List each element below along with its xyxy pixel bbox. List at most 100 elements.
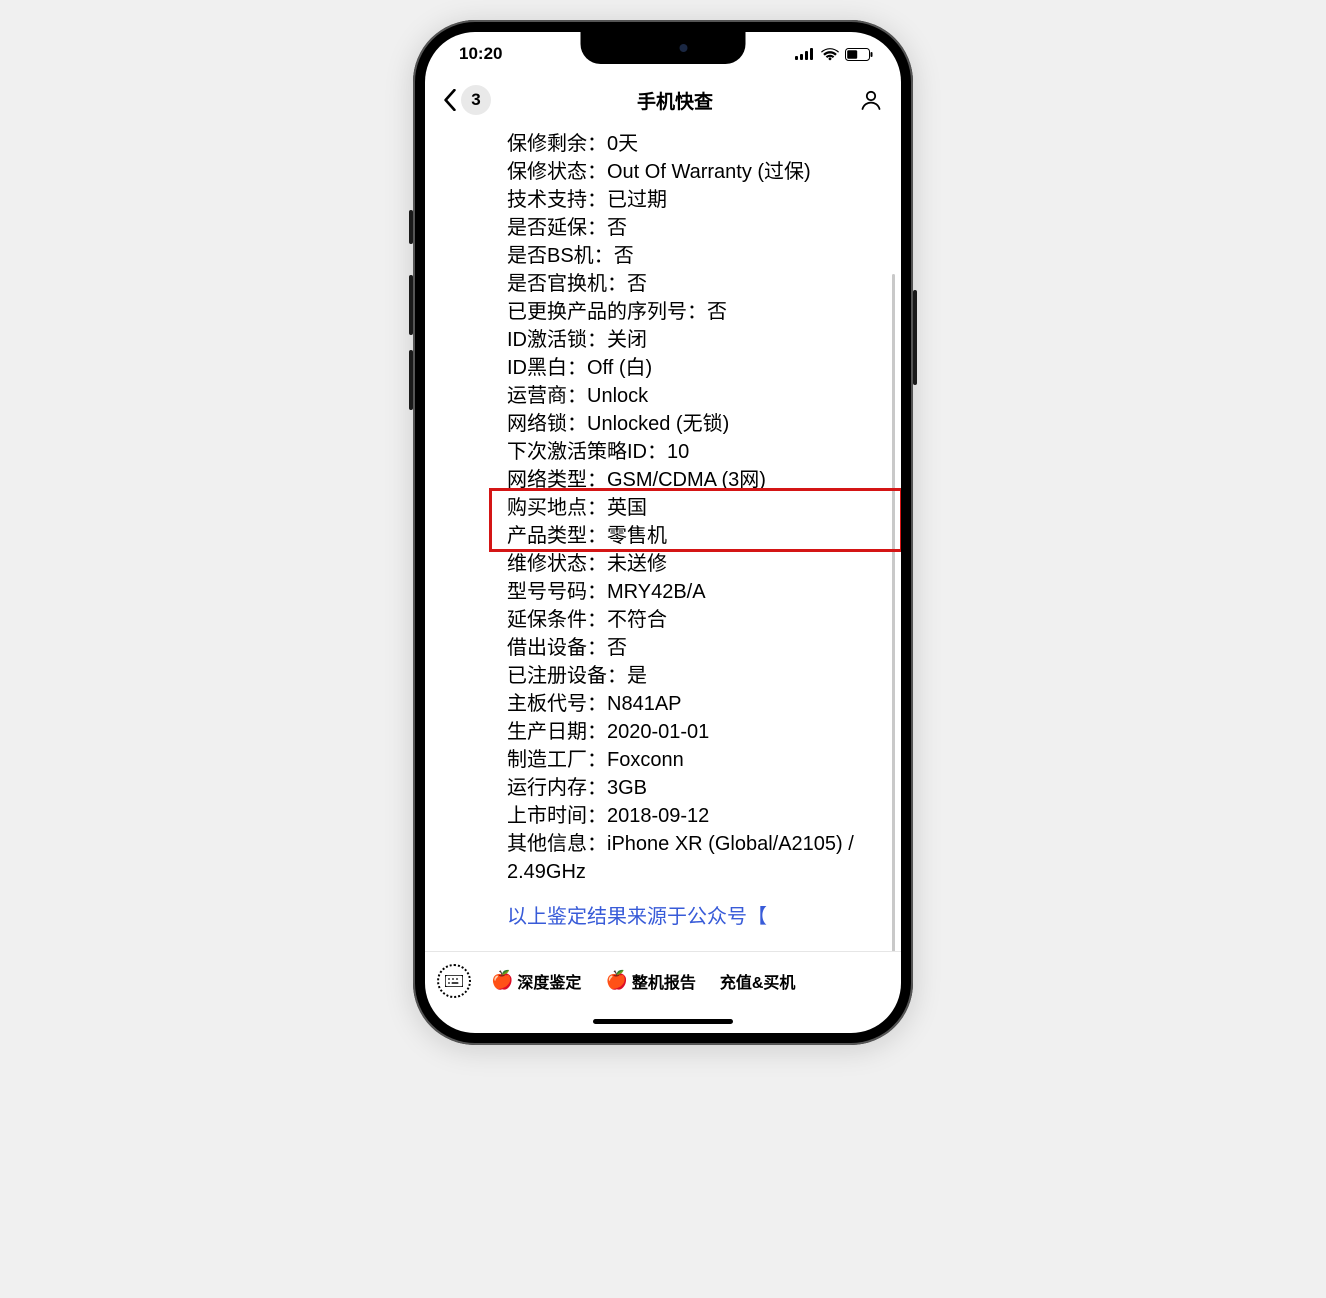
info-key: 产品类型：	[507, 525, 607, 547]
info-key: 上市时间：	[507, 805, 607, 827]
info-key: 是否官换机：	[507, 273, 627, 295]
bottom-tab-bar: 🍎 深度鉴定 🍎 整机报告 充值&买机	[425, 951, 901, 1009]
info-key: 网络锁：	[507, 413, 587, 435]
info-value: 否	[607, 637, 627, 659]
info-row: 运营商：Unlock	[507, 382, 883, 410]
info-value: 3GB	[607, 777, 647, 799]
info-value: 否	[627, 273, 647, 295]
info-row: 主板代号：N841AP	[507, 690, 883, 718]
page-title: 手机快查	[637, 87, 713, 114]
apple-icon: 🍎	[491, 970, 513, 991]
info-value: 未送修	[607, 553, 667, 575]
info-value: Unlock	[587, 385, 648, 407]
info-value: Foxconn	[607, 749, 684, 771]
info-key: 运营商：	[507, 385, 587, 407]
cellular-signal-icon	[795, 48, 815, 60]
info-row: 是否官换机：否	[507, 270, 883, 298]
tab-label: 深度鉴定	[517, 969, 581, 993]
info-row: 运行内存：3GB	[507, 774, 883, 802]
info-value: MRY42B/A	[607, 581, 706, 603]
scrollbar[interactable]	[892, 274, 895, 951]
volume-up-button	[409, 275, 413, 335]
apple-icon: 🍎	[605, 970, 627, 991]
info-key: 已更换产品的序列号：	[507, 301, 707, 323]
info-row: 保修剩余：0天	[507, 130, 883, 158]
info-value: 否	[707, 301, 727, 323]
info-value: 2018-09-12	[607, 805, 709, 827]
info-key: ID激活锁：	[507, 329, 607, 351]
back-count-badge[interactable]: 3	[461, 85, 491, 115]
info-key: 型号号码：	[507, 581, 607, 603]
info-key: 网络类型：	[507, 469, 607, 491]
tab-deep-check[interactable]: 🍎 深度鉴定	[481, 963, 591, 999]
info-key: ID黑白：	[507, 357, 587, 379]
phone-screen: 10:20	[425, 32, 901, 1033]
info-value: 是	[627, 665, 647, 687]
mute-switch	[409, 210, 413, 244]
info-row: 上市时间：2018-09-12	[507, 802, 883, 830]
info-key: 购买地点：	[507, 497, 607, 519]
info-row: 网络锁：Unlocked (无锁)	[507, 410, 883, 438]
volume-down-button	[409, 350, 413, 410]
tab-label: 充值&买机	[720, 969, 796, 993]
info-key: 运行内存：	[507, 777, 607, 799]
nav-bar: 3 手机快查	[425, 76, 901, 124]
info-row: 型号号码：MRY42B/A	[507, 578, 883, 606]
info-value: GSM/CDMA (3网)	[607, 469, 766, 491]
battery-icon	[845, 48, 873, 61]
power-button	[913, 290, 917, 385]
info-value: 否	[607, 217, 627, 239]
info-value: 关闭	[607, 329, 647, 351]
tab-full-report[interactable]: 🍎 整机报告	[595, 963, 705, 999]
info-value: 2020-01-01	[607, 721, 709, 743]
info-key: 已注册设备：	[507, 665, 627, 687]
info-row: 已更换产品的序列号：否	[507, 298, 883, 326]
info-key: 维修状态：	[507, 553, 607, 575]
info-key: 是否BS机：	[507, 245, 614, 267]
info-row: 借出设备：否	[507, 634, 883, 662]
info-key: 技术支持：	[507, 189, 607, 211]
profile-icon[interactable]	[859, 88, 883, 112]
keyboard-icon[interactable]	[437, 964, 471, 998]
info-row: 购买地点：英国	[507, 494, 883, 522]
info-row: ID激活锁：关闭	[507, 326, 883, 354]
back-button[interactable]	[443, 89, 457, 111]
info-value: Off (白)	[587, 357, 652, 379]
info-key: 生产日期：	[507, 721, 607, 743]
info-row: 技术支持：已过期	[507, 186, 883, 214]
tab-label: 整机报告	[632, 969, 696, 993]
info-key: 是否延保：	[507, 217, 607, 239]
info-row: 生产日期：2020-01-01	[507, 718, 883, 746]
info-key: 制造工厂：	[507, 749, 607, 771]
info-value: 不符合	[607, 609, 667, 631]
info-value: 零售机	[607, 525, 667, 547]
info-key: 下次激活策略ID：	[507, 441, 667, 463]
info-row: 下次激活策略ID：10	[507, 438, 883, 466]
tab-recharge-buy[interactable]: 充值&买机	[710, 963, 806, 999]
info-value: 0天	[607, 133, 638, 155]
info-value: 英国	[607, 497, 647, 519]
source-note[interactable]: 以上鉴定结果来源于公众号【	[507, 900, 883, 929]
info-row: 产品类型：零售机	[507, 522, 883, 550]
info-row: 延保条件：不符合	[507, 606, 883, 634]
info-key: 保修剩余：	[507, 133, 607, 155]
content-area[interactable]: 保修剩余：0天保修状态：Out Of Warranty (过保)技术支持：已过期…	[425, 124, 901, 951]
info-value: 10	[667, 441, 689, 463]
info-key: 保修状态：	[507, 161, 607, 183]
info-row: ID黑白：Off (白)	[507, 354, 883, 382]
info-value: Out Of Warranty (过保)	[607, 161, 811, 183]
home-indicator[interactable]	[425, 1009, 901, 1033]
info-key: 借出设备：	[507, 637, 607, 659]
info-row: 网络类型：GSM/CDMA (3网)	[507, 466, 883, 494]
info-value: 否	[614, 245, 634, 267]
phone-frame: 10:20	[413, 20, 913, 1045]
info-row: 维修状态：未送修	[507, 550, 883, 578]
info-key: 其他信息：	[507, 833, 607, 855]
info-value: 已过期	[607, 189, 667, 211]
notch	[581, 32, 746, 64]
info-row: 保修状态：Out Of Warranty (过保)	[507, 158, 883, 186]
info-key: 延保条件：	[507, 609, 607, 631]
info-key: 主板代号：	[507, 693, 607, 715]
info-value: Unlocked (无锁)	[587, 413, 729, 435]
info-row: 其他信息：iPhone XR (Global/A2105) / 2.49GHz	[507, 830, 883, 886]
